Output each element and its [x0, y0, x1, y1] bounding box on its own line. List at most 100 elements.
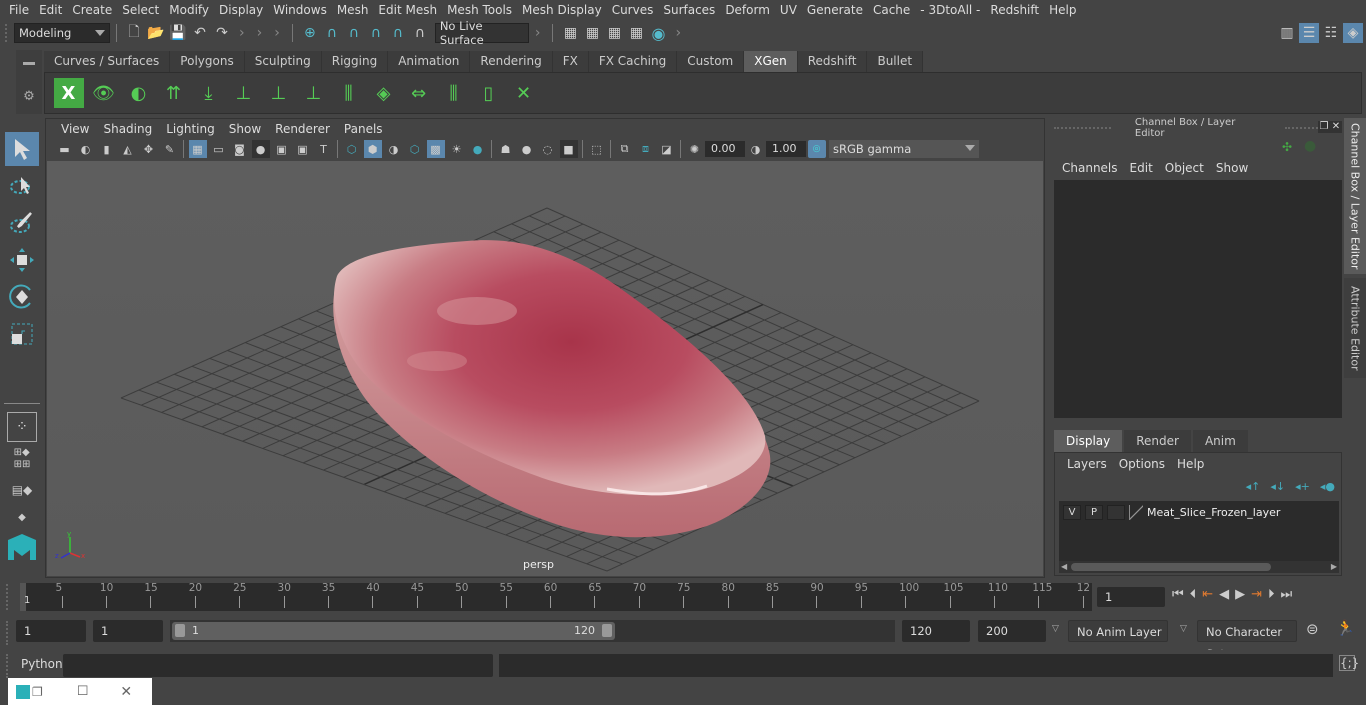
xgen-place-guides-icon[interactable]: ⤓ [194, 78, 224, 108]
layer-menu-layers[interactable]: Layers [1061, 457, 1113, 471]
xgen-length-icon[interactable]: ⇔ [404, 78, 434, 108]
xgen-bounding-icon[interactable]: ▯ [474, 78, 504, 108]
playback-end-field[interactable]: 120 [902, 620, 970, 642]
grease-pencil-icon[interactable]: ✎ [161, 140, 179, 158]
viewport-menu-shading[interactable]: Shading [96, 122, 159, 136]
render-frame-icon[interactable]: ▦ [582, 23, 602, 43]
anim-layer-chevron-icon[interactable]: ▽ [1052, 624, 1059, 634]
gate-mask-icon[interactable]: ● [251, 140, 270, 158]
scale-tool[interactable] [5, 317, 39, 351]
xgen-lock-guides-icon[interactable]: ⊥ [299, 78, 329, 108]
menu-deform[interactable]: Deform [720, 0, 775, 20]
script-editor-icon[interactable]: {;} [1339, 655, 1359, 671]
playback-start-field[interactable]: 1 [93, 620, 163, 642]
xgen-preview-icon[interactable]: 👁 [89, 78, 119, 108]
channel-menu-object[interactable]: Object [1159, 161, 1210, 175]
menu-edit-mesh[interactable]: Edit Mesh [373, 0, 442, 20]
lasso-tool[interactable] [5, 169, 39, 203]
shelf-tab-rigging[interactable]: Rigging [321, 51, 389, 72]
textured-icon[interactable]: ▩ [426, 140, 445, 158]
animation-preferences-icon[interactable]: 🏃 [1336, 619, 1355, 637]
move-layer-down-icon[interactable]: ◂↓ [1270, 480, 1285, 493]
command-input[interactable] [63, 654, 493, 677]
layer-row[interactable]: V P Meat_Slice_Frozen_layer [1059, 503, 1339, 521]
close-icon[interactable]: ✕ [1330, 121, 1342, 133]
tab-channel-box[interactable]: Channel Box / Layer Editor [1344, 118, 1366, 274]
safe-title-icon[interactable]: T [315, 140, 333, 158]
shelf-tab-animation[interactable]: Animation [388, 51, 471, 72]
tool-settings-icon[interactable]: ☷ [1321, 23, 1341, 43]
menu-windows[interactable]: Windows [268, 0, 332, 20]
range-track[interactable]: 1 120 [170, 620, 895, 642]
scroll-left-icon[interactable]: ◀ [1061, 562, 1067, 571]
tab-attribute-editor[interactable]: Attribute Editor [1344, 278, 1366, 378]
character-set-chevron-icon[interactable]: ▽ [1180, 624, 1187, 634]
menu-generate[interactable]: Generate [802, 0, 868, 20]
shelf-tab-custom[interactable]: Custom [677, 51, 745, 72]
hypershade-icon[interactable]: ◉ [648, 23, 668, 43]
xray-icon[interactable]: ⧉ [616, 140, 634, 158]
exposure-field[interactable]: 0.00 [705, 141, 745, 157]
safe-action-icon[interactable]: ▣ [294, 140, 312, 158]
field-chart-icon[interactable]: ▣ [273, 140, 291, 158]
step-forward-key-icon[interactable]: ⇥ [1251, 587, 1262, 602]
drag-handle[interactable] [6, 654, 8, 678]
shelf-menu-icon[interactable] [23, 62, 35, 65]
channel-menu-channels[interactable]: Channels [1056, 161, 1124, 175]
wireframe-icon[interactable]: ⬡ [343, 140, 361, 158]
snap-point-icon[interactable]: ∩ [344, 23, 364, 43]
step-back-key-icon[interactable]: ⇤ [1202, 587, 1213, 602]
drag-handle[interactable] [6, 584, 8, 610]
collapse-icon[interactable]: › [535, 25, 541, 41]
anim-layer-dropdown[interactable]: No Anim Layer [1068, 620, 1168, 642]
image-plane-icon[interactable]: ◭ [119, 140, 137, 158]
redo-icon[interactable]: ↷ [212, 23, 232, 43]
gamma-icon[interactable]: ◑ [747, 140, 765, 158]
xgen-add-guides-icon[interactable]: ⇈ [159, 78, 189, 108]
screen-space-ao-icon[interactable]: ☗ [497, 140, 515, 158]
script-language-button[interactable]: Python [21, 657, 63, 671]
shelf-tab-fx[interactable]: FX [552, 51, 589, 72]
current-frame-field[interactable]: 1 [1097, 587, 1165, 607]
new-scene-icon[interactable]: 🗋 [124, 23, 144, 43]
float-panel-icon[interactable]: ❐ [1318, 121, 1330, 133]
key-icon[interactable]: ● [1304, 138, 1316, 154]
viewport-menu-panels[interactable]: Panels [337, 122, 390, 136]
go-to-start-icon[interactable]: ⏮ [1172, 587, 1184, 602]
undo-icon[interactable]: ↶ [190, 23, 210, 43]
maximize-icon[interactable]: ☐ [77, 684, 89, 699]
snap-curve-icon[interactable]: ∩ [322, 23, 342, 43]
smooth-shade-icon[interactable]: ⬢ [363, 140, 382, 158]
range-end-handle[interactable] [602, 624, 612, 637]
restore-icon[interactable]: ❐ [32, 685, 43, 699]
snap-grid-icon[interactable]: ⊕ [300, 23, 320, 43]
auto-key-icon[interactable]: ⊜ [1306, 620, 1319, 638]
menu-redshift[interactable]: Redshift [985, 0, 1044, 20]
scroll-right-icon[interactable]: ▶ [1331, 562, 1337, 571]
animation-start-field[interactable]: 1 [16, 620, 86, 642]
close-icon[interactable]: ✕ [120, 684, 132, 700]
layer-menu-options[interactable]: Options [1113, 457, 1171, 471]
render-settings-icon[interactable]: ▦ [626, 23, 646, 43]
xgen-delete-guides-icon[interactable]: ✕ [509, 78, 539, 108]
xray-joints-icon[interactable]: ⧈ [637, 140, 655, 158]
channel-box-toggle-icon[interactable]: ☰ [1299, 23, 1319, 43]
collapse-icon[interactable]: › [257, 25, 263, 41]
gear-icon[interactable]: ⚙ [16, 89, 42, 104]
layer-tab-display[interactable]: Display [1054, 430, 1123, 452]
collapse-icon[interactable]: › [239, 25, 245, 41]
four-view-layout[interactable]: ⊞◆ ⊞⊞ [7, 445, 37, 473]
drag-handle[interactable] [5, 24, 9, 42]
scrollbar-thumb[interactable] [1071, 563, 1271, 571]
channel-list[interactable] [1054, 180, 1342, 418]
camera-attributes-icon[interactable]: ◐ [77, 140, 95, 158]
depth-of-field-icon[interactable]: ■ [559, 140, 578, 158]
rotate-tool[interactable] [5, 280, 39, 314]
layer-menu-help[interactable]: Help [1171, 457, 1210, 471]
play-backwards-icon[interactable]: ◀ [1219, 587, 1229, 602]
camera-select-icon[interactable]: ▬ [56, 140, 74, 158]
motion-blur-icon[interactable]: ● [518, 140, 536, 158]
shadows-icon[interactable]: ● [469, 140, 487, 158]
shelf-tab-redshift[interactable]: Redshift [797, 51, 868, 72]
render-view-icon[interactable]: ▦ [560, 23, 580, 43]
